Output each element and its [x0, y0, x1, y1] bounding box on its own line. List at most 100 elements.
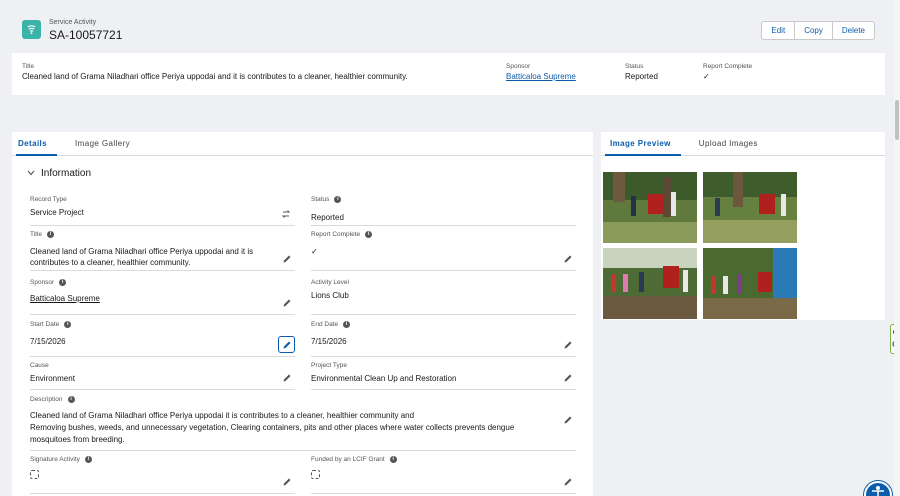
chevron-down-icon — [27, 168, 35, 179]
field-cause: Cause Environment — [30, 362, 295, 390]
sponsor-link[interactable]: Batticaloa Supreme — [30, 293, 118, 304]
image-preview-card: Image Preview Upload Images — [601, 132, 885, 320]
tab-image-gallery[interactable]: Image Gallery — [61, 132, 144, 155]
highlights-panel: Title Cleaned land of Grama Niladhari of… — [12, 53, 885, 95]
photo-thumbnail[interactable] — [703, 172, 797, 243]
edit-report-complete-pencil-icon[interactable] — [563, 254, 574, 265]
edit-cause-pencil-icon[interactable] — [282, 373, 293, 384]
page-title: SA-10057721 — [49, 28, 123, 42]
signature-activity-checkbox[interactable] — [30, 470, 39, 479]
description-line: Removing bushes, weeds, and unnecessary … — [30, 423, 515, 432]
scrollbar-thumb[interactable] — [895, 100, 899, 140]
field-value: Reported — [311, 213, 344, 222]
edit-title-pencil-icon[interactable] — [282, 254, 293, 265]
highlight-sponsor-link[interactable]: Batticaloa Supreme — [506, 72, 576, 81]
accessibility-icon[interactable] — [864, 481, 892, 496]
tab-upload-images[interactable]: Upload Images — [685, 132, 772, 155]
checkmark-icon: ✓ — [703, 72, 710, 81]
edit-description-pencil-icon[interactable] — [563, 415, 574, 426]
edit-end-date-pencil-icon[interactable] — [563, 340, 574, 351]
photo-thumbnail[interactable] — [603, 248, 697, 319]
field-label: Activity Level — [311, 279, 349, 286]
edit-button[interactable]: Edit — [762, 22, 796, 39]
field-start-date: Start Date i 7/15/2026 — [30, 321, 295, 357]
copy-button[interactable]: Copy — [795, 22, 833, 39]
field-end-date: End Date i 7/15/2026 — [311, 321, 576, 357]
highlight-sponsor: Sponsor Batticaloa Supreme — [506, 63, 576, 81]
field-label: End Date — [311, 321, 339, 328]
field-label-wrap: Title i — [30, 231, 295, 238]
record-actions: Edit Copy Delete — [761, 21, 875, 40]
details-tabs: Details Image Gallery — [12, 132, 593, 156]
information-section-header[interactable]: Information — [27, 168, 91, 179]
info-icon: i — [334, 196, 342, 203]
field-value: Lions Club — [311, 291, 349, 300]
field-funded-lcif: Funded by an LCIF Grant i — [311, 456, 576, 494]
field-label: Signature Activity — [30, 456, 80, 463]
field-value: Cleaned land of Grama Niladhari office P… — [30, 247, 254, 267]
photo-thumbnail[interactable] — [703, 248, 797, 319]
field-label-wrap: Status i — [311, 196, 576, 203]
photo-thumbnail[interactable] — [603, 172, 697, 243]
info-icon: i — [59, 279, 67, 286]
highlight-title: Title Cleaned land of Grama Niladhari of… — [22, 63, 408, 81]
edit-project-type-pencil-icon[interactable] — [563, 373, 574, 384]
highlight-title-value: Cleaned land of Grama Niladhari office P… — [22, 72, 408, 81]
change-record-type-icon[interactable] — [281, 209, 291, 219]
highlight-status-value: Reported — [625, 72, 658, 81]
record-header: Service Activity SA-10057721 Edit Copy D… — [12, 10, 885, 46]
edit-start-date-pencil-icon[interactable] — [278, 336, 295, 353]
details-card: Details Image Gallery Information Record… — [12, 132, 593, 496]
field-label-wrap: Sponsor i — [30, 279, 295, 286]
field-label: Funded by an LCIF Grant — [311, 456, 385, 463]
page-scrollbar[interactable] — [894, 0, 900, 496]
section-title: Information — [41, 168, 92, 179]
field-label-wrap: Signature Activity i — [30, 456, 295, 463]
field-label: Report Complete — [311, 231, 361, 238]
field-label: Title — [30, 231, 43, 238]
field-label-wrap: End Date i — [311, 321, 576, 328]
field-status: Status i Reported — [311, 196, 576, 226]
field-label-wrap: Report Complete i — [311, 231, 576, 238]
funded-lcif-checkbox[interactable] — [311, 470, 320, 479]
field-activity-level: Activity Level Lions Club — [311, 279, 576, 315]
info-icon: i — [365, 231, 373, 238]
field-value: 7/15/2026 — [30, 337, 66, 346]
highlight-sponsor-label: Sponsor — [506, 63, 531, 70]
description-line: mosquitoes from breeding. — [30, 435, 125, 444]
info-icon: i — [64, 321, 72, 328]
tab-image-preview[interactable]: Image Preview — [601, 132, 685, 156]
object-type-label: Service Activity — [49, 19, 97, 26]
field-label: Sponsor — [30, 279, 55, 286]
edit-signature-activity-pencil-icon[interactable] — [282, 477, 293, 488]
highlight-status-label: Status — [625, 63, 644, 70]
field-sponsor: Sponsor i Batticaloa Supreme — [30, 279, 295, 315]
highlight-status: Status Reported — [625, 63, 658, 81]
tab-details[interactable]: Details — [12, 132, 61, 156]
description-line: Cleaned land of Grama Niladhari office P… — [30, 411, 415, 420]
highlight-report-complete: Report Complete ✓ — [703, 63, 752, 81]
field-label: Project Type — [311, 362, 348, 369]
field-label-wrap: Funded by an LCIF Grant i — [311, 456, 576, 463]
checkmark-icon: ✓ — [311, 247, 318, 256]
info-icon: i — [389, 456, 397, 463]
field-value: Environmental Clean Up and Restoration — [311, 374, 457, 383]
field-record-type: Record Type Service Project — [30, 196, 295, 226]
info-icon: i — [47, 231, 55, 238]
edit-funded-lcif-pencil-icon[interactable] — [563, 477, 574, 488]
field-label: Cause — [30, 362, 49, 369]
field-value: Environment — [30, 374, 75, 383]
image-tabs: Image Preview Upload Images — [601, 132, 885, 156]
highlight-report-complete-label: Report Complete — [703, 63, 753, 70]
field-label-wrap: Description i — [30, 396, 576, 403]
field-description: Description i Cleaned land of Grama Nilad… — [30, 396, 576, 451]
info-icon: i — [67, 396, 75, 403]
field-label-wrap: Start Date i — [30, 321, 295, 328]
info-icon: i — [84, 456, 92, 463]
service-activity-icon — [22, 20, 41, 39]
field-signature-activity: Signature Activity i — [30, 456, 295, 494]
delete-button[interactable]: Delete — [833, 22, 874, 39]
field-project-type: Project Type Environmental Clean Up and … — [311, 362, 576, 390]
field-report-complete: Report Complete i ✓ — [311, 231, 576, 271]
edit-sponsor-pencil-icon[interactable] — [282, 298, 293, 309]
